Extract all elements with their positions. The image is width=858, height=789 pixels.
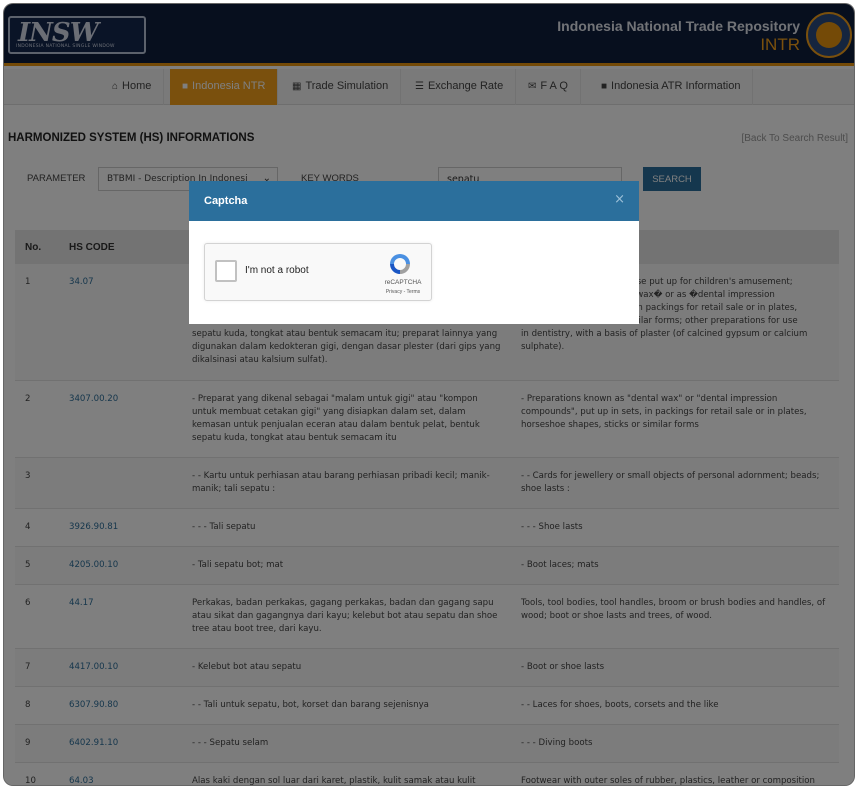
modal-backdrop[interactable] [3,3,855,786]
recaptcha-privacy-terms[interactable]: Privacy - Terms [375,289,431,295]
recaptcha-checkbox[interactable] [215,260,237,282]
close-icon[interactable]: × [614,192,625,207]
modal-header: Captcha × [189,181,639,221]
recaptcha-label: I'm not a robot [245,265,309,276]
recaptcha-widget: I'm not a robot reCAPTCHA Privacy - Term… [204,243,432,301]
captcha-modal: Captcha × I'm not a robot reCAPTCHA Priv… [189,181,639,324]
recaptcha-logo-icon [390,254,410,274]
modal-title: Captcha [204,195,248,207]
recaptcha-brand: reCAPTCHA [384,279,422,286]
